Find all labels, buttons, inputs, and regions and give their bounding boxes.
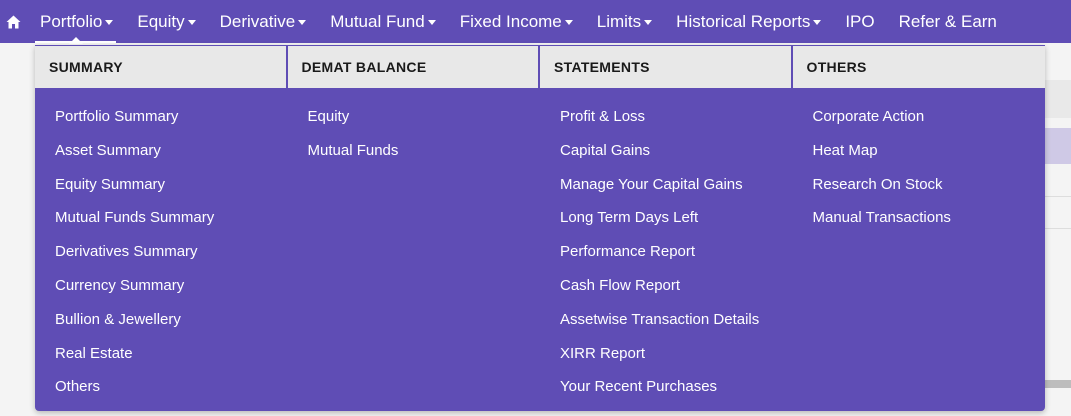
background-panel: [1045, 128, 1071, 164]
menu-item-list: Corporate Action Heat Map Research On Stoc…: [793, 88, 1046, 235]
menu-column-heading: STATEMENTS: [540, 45, 791, 88]
nav-item-ipo[interactable]: IPO: [832, 0, 885, 43]
home-icon: [6, 15, 21, 28]
nav-item-fixed-income[interactable]: Fixed Income: [447, 0, 584, 43]
menu-item-research-on-stock[interactable]: Research On Stock: [793, 168, 1046, 202]
menu-item-assetwise-transaction-details[interactable]: Assetwise Transaction Details: [540, 303, 793, 337]
menu-column-statements: STATEMENTS Profit & Loss Capital Gains Mana…: [540, 45, 793, 411]
nav-item-label: Fixed Income: [459, 11, 562, 31]
nav-item-derivative[interactable]: Derivative: [207, 0, 318, 43]
nav-item-historical-reports[interactable]: Historical Reports: [663, 0, 832, 43]
menu-column-heading: OTHERS: [792, 45, 1045, 88]
caret-down-icon: [298, 20, 307, 25]
nav-item-equity[interactable]: Equity: [124, 0, 206, 43]
menu-item-list: Profit & Loss Capital Gains Manage Your Ca…: [540, 88, 793, 404]
menu-item-performance-report[interactable]: Performance Report: [540, 235, 793, 269]
menu-item-mutual-funds[interactable]: Mutual Funds: [288, 134, 541, 168]
nav-item-refer-earn[interactable]: Refer & Earn: [886, 0, 1008, 43]
nav-item-portfolio[interactable]: Portfolio: [27, 0, 124, 44]
nav-item-label: Mutual Fund: [330, 11, 425, 31]
nav-item-label: Limits: [596, 11, 642, 31]
caret-down-icon: [813, 20, 822, 25]
menu-item-list: Portfolio Summary Asset Summary Equity Sum…: [35, 88, 288, 404]
menu-item-mutual-funds-summary[interactable]: Mutual Funds Summary: [35, 201, 288, 235]
menu-item-your-recent-purchases[interactable]: Your Recent Purchases: [540, 370, 793, 404]
menu-item-capital-gains[interactable]: Capital Gains: [540, 134, 793, 168]
menu-column-summary: SUMMARY Portfolio Summary Asset Summary Equ…: [35, 45, 288, 411]
background-panel: [1045, 80, 1071, 118]
top-navbar: Portfolio Equity Derivative Mutual Fund Fixe…: [0, 0, 1071, 44]
menu-column-heading: DEMAT BALANCE: [287, 45, 538, 88]
nav-item-label: Historical Reports: [676, 11, 811, 31]
caret-down-icon: [644, 20, 653, 25]
menu-item-heat-map[interactable]: Heat Map: [793, 134, 1046, 168]
portfolio-mega-menu: SUMMARY Portfolio Summary Asset Summary Equ…: [35, 45, 1045, 411]
nav-item-label: Portfolio: [40, 11, 103, 31]
menu-item-profit-loss[interactable]: Profit & Loss: [540, 100, 793, 134]
menu-item-equity[interactable]: Equity: [288, 100, 541, 134]
nav-item-label: Derivative: [219, 11, 296, 31]
menu-item-manage-your-capital-gains[interactable]: Manage Your Capital Gains: [540, 168, 793, 202]
nav-item-label: Equity: [137, 11, 185, 31]
menu-item-real-estate[interactable]: Real Estate: [35, 337, 288, 371]
menu-item-others[interactable]: Others: [35, 370, 288, 404]
caret-down-icon: [187, 20, 196, 25]
nav-item-limits[interactable]: Limits: [584, 0, 663, 43]
background-divider: [1045, 196, 1071, 197]
active-indicator-notch: [68, 37, 83, 44]
menu-item-equity-summary[interactable]: Equity Summary: [35, 168, 288, 202]
menu-column-demat-balance: DEMAT BALANCE Equity Mutual Funds: [287, 45, 541, 411]
nav-item-label: Refer & Earn: [898, 11, 997, 31]
menu-column-heading: SUMMARY: [35, 45, 286, 88]
caret-down-icon: [564, 20, 573, 25]
nav-item-label: IPO: [845, 11, 875, 31]
menu-item-cash-flow-report[interactable]: Cash Flow Report: [540, 269, 793, 303]
background-divider: [1045, 228, 1071, 229]
menu-item-bullion-jewellery[interactable]: Bullion & Jewellery: [35, 303, 288, 337]
home-button[interactable]: [0, 0, 27, 43]
menu-column-others: OTHERS Corporate Action Heat Map Research O…: [792, 45, 1046, 411]
menu-item-long-term-days-left[interactable]: Long Term Days Left: [540, 201, 793, 235]
menu-item-xirr-report[interactable]: XIRR Report: [540, 337, 793, 371]
menu-item-corporate-action[interactable]: Corporate Action: [793, 100, 1046, 134]
nav-item-mutual-fund[interactable]: Mutual Fund: [317, 0, 447, 43]
menu-item-manual-transactions[interactable]: Manual Transactions: [793, 201, 1046, 235]
menu-item-derivatives-summary[interactable]: Derivatives Summary: [35, 235, 288, 269]
caret-down-icon: [427, 20, 436, 25]
background-scrollbar: [1045, 380, 1071, 388]
menu-item-currency-summary[interactable]: Currency Summary: [35, 269, 288, 303]
menu-item-portfolio-summary[interactable]: Portfolio Summary: [35, 100, 288, 134]
caret-down-icon: [105, 20, 114, 25]
menu-item-asset-summary[interactable]: Asset Summary: [35, 134, 288, 168]
menu-item-list: Equity Mutual Funds: [288, 88, 541, 168]
